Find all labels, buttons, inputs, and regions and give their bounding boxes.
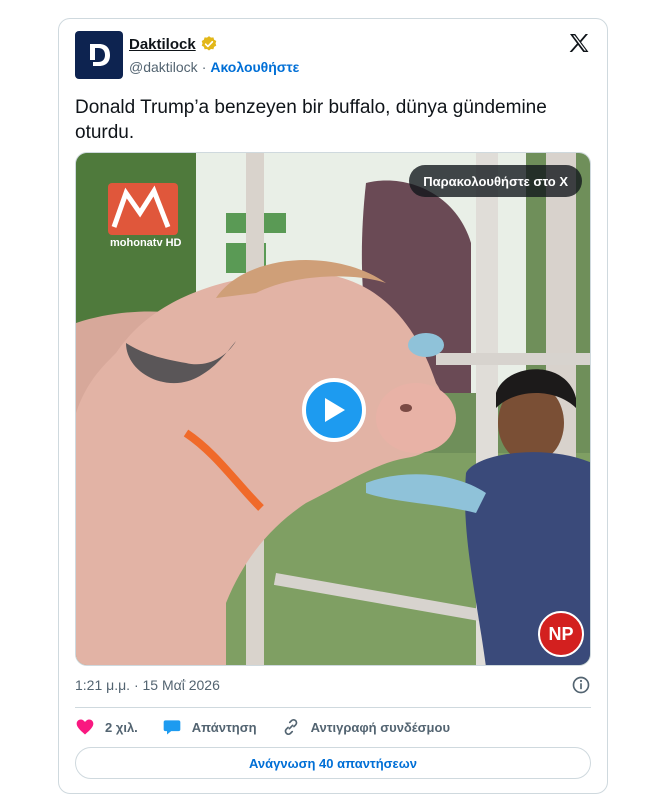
divider <box>75 707 591 708</box>
copy-link-button[interactable]: Αντιγραφή συνδέσμου <box>281 717 450 737</box>
play-button[interactable] <box>302 378 366 442</box>
tweet-timestamp[interactable]: 1:21 μ.μ. · 15 Μαΐ 2026 <box>75 677 220 693</box>
avatar[interactable] <box>75 31 123 79</box>
verified-badge-icon <box>200 35 218 53</box>
video-media[interactable]: mohonatv HD Παρακολουθήστε στο X NP <box>75 152 591 666</box>
copy-link-label: Αντιγραφή συνδέσμου <box>310 719 451 735</box>
like-count: 2 χιλ. <box>105 719 138 735</box>
watermark-left: mohonatv HD <box>110 237 182 249</box>
tweet-text: Donald Trump’a benzeyen bir buffalo, dün… <box>75 97 547 143</box>
watermark-right: NP <box>538 611 584 657</box>
tweet-card: Daktilock @daktilock · Ακολουθήστε Donal… <box>58 18 608 794</box>
read-replies-button[interactable]: Ανάγνωση 40 απαντήσεων <box>75 747 591 779</box>
meta-row: 1:21 μ.μ. · 15 Μαΐ 2026 <box>75 675 591 695</box>
watch-on-x-button[interactable]: Παρακολουθήστε στο X <box>409 165 582 197</box>
like-button[interactable]: 2 χιλ. <box>75 717 138 737</box>
daktilock-logo-icon <box>90 44 110 66</box>
account-handle[interactable]: @daktilock <box>129 59 198 75</box>
play-icon <box>325 398 345 422</box>
x-logo-icon[interactable] <box>567 31 591 55</box>
separator-dot: · <box>201 59 207 75</box>
handle-row: @daktilock · Ακολουθήστε <box>129 59 299 75</box>
reply-label: Απάντηση <box>191 719 257 735</box>
follow-button[interactable]: Ακολουθήστε <box>210 59 299 75</box>
link-icon <box>284 718 297 736</box>
name-row: Daktilock <box>129 35 218 53</box>
info-icon[interactable] <box>571 675 591 695</box>
account-name[interactable]: Daktilock <box>129 36 196 53</box>
reply-button[interactable]: Απάντηση <box>162 717 257 737</box>
heart-icon <box>76 719 94 735</box>
reply-icon <box>163 720 181 735</box>
action-bar: 2 χιλ. Απάντηση Αντιγραφή συνδέσμου <box>75 717 450 737</box>
